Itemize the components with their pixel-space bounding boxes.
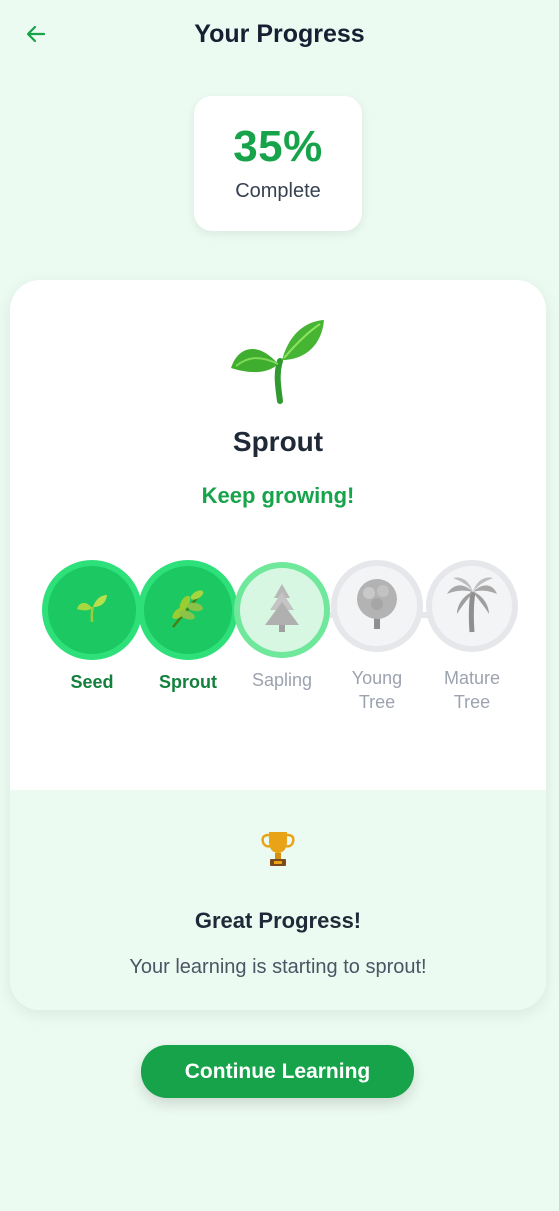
seedling-icon [74,590,110,631]
achievement-icon [10,828,546,873]
progress-screen: Your Progress 35% Complete Sprout Keep g… [0,0,559,1211]
stage-sapling: Sapling [232,560,332,692]
herb-icon [165,585,211,636]
current-stage-name: Sprout [232,426,324,457]
stage-young-tree: Young Tree [327,560,427,714]
stage-label: Young Tree [351,668,403,712]
stage-card: Sprout Keep growing! Seed Sprout Sapling… [10,280,546,1010]
progress-percent-card: 35% Complete [194,96,362,231]
stage-circle [234,562,330,658]
stage-sprout: Sprout [138,560,238,694]
achievement-section: Great Progress! Your learning is startin… [10,790,546,1010]
stage-timeline: Seed Sprout Sapling Young Tree Mature Tr… [10,560,546,712]
deciduous-tree-icon [352,577,402,636]
achievement-title: Great Progress! [194,908,362,933]
stage-mature-tree: Mature Tree [422,560,522,714]
continue-learning-button[interactable]: Continue Learning [141,1045,414,1098]
seedling-icon [228,316,328,411]
evergreen-tree-icon [262,582,302,639]
stage-label: Mature Tree [443,668,501,712]
progress-percent: 35% [233,122,323,171]
current-stage-illustration [10,316,546,411]
stage-label: Seed [70,672,114,692]
palm-tree-icon [445,574,499,639]
stage-circle [42,560,142,660]
stage-label: Sapling [251,670,313,690]
achievement-text: Your learning is starting to sprout! [129,956,427,978]
stage-circle [426,560,518,652]
stage-seed: Seed [42,560,142,694]
trophy-icon [260,828,296,873]
stage-circle [138,560,238,660]
stage-label: Sprout [159,672,217,692]
page-title: Your Progress [194,20,365,48]
progress-label: Complete [235,180,321,202]
encouragement-text: Keep growing! [201,483,355,508]
stage-circle [331,560,423,652]
